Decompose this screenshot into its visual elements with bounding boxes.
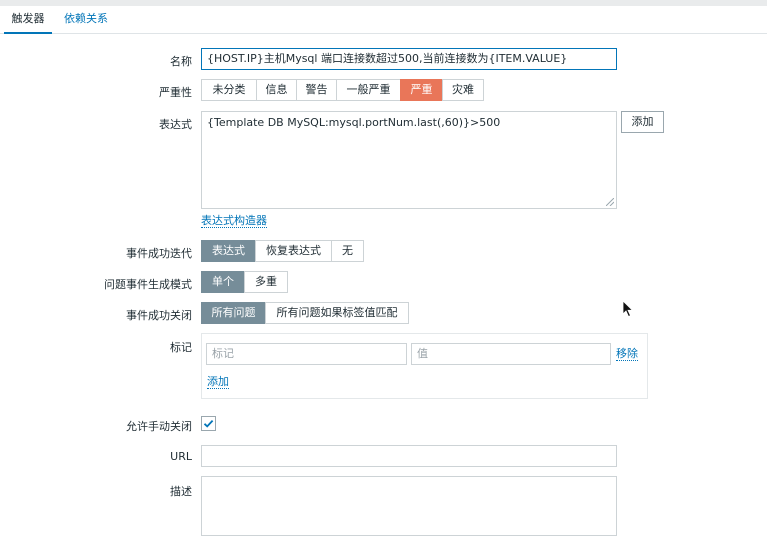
tab-dependencies[interactable]: 依赖关系 — [64, 6, 108, 32]
severity-average[interactable]: 一般严重 — [336, 79, 401, 101]
checkmark-icon — [203, 419, 214, 428]
ok-event-none[interactable]: 无 — [331, 240, 364, 262]
ok-event-expression[interactable]: 表达式 — [201, 240, 256, 262]
mouse-pointer-icon — [622, 300, 634, 318]
url-input[interactable] — [201, 445, 617, 467]
resize-handle-icon[interactable] — [606, 198, 614, 206]
close-if-tag-match[interactable]: 所有问题如果标签值匹配 — [265, 302, 409, 324]
description-textarea[interactable] — [201, 476, 617, 536]
description-label: 描述 — [170, 485, 192, 498]
ok-event-generation-selector: 表达式 恢复表达式 无 — [201, 240, 364, 262]
ok-event-recovery-expression[interactable]: 恢复表达式 — [255, 240, 332, 262]
tag-remove-link[interactable]: 移除 — [616, 347, 638, 361]
expression-label: 表达式 — [159, 118, 192, 131]
expression-textarea[interactable]: {Template DB MySQL:mysql.portNum.last(,6… — [201, 111, 617, 209]
tag-name-input[interactable]: 标记 — [206, 343, 407, 365]
name-input[interactable]: {HOST.IP}主机Mysql 端口连接数超过500,当前连接数为{ITEM.… — [201, 48, 617, 70]
close-all-problems[interactable]: 所有问题 — [201, 302, 266, 324]
expression-builder-link[interactable]: 表达式构造器 — [201, 214, 267, 228]
tags-label: 标记 — [170, 341, 192, 354]
name-label: 名称 — [170, 55, 192, 68]
severity-not-classified[interactable]: 未分类 — [201, 79, 257, 101]
tag-name-placeholder: 标记 — [212, 347, 234, 360]
url-label: URL — [170, 450, 192, 463]
problem-event-mode-selector: 单个 多重 — [201, 271, 288, 293]
manual-close-label: 允许手动关闭 — [126, 420, 192, 433]
expression-add-button[interactable]: 添加 — [621, 111, 664, 133]
tag-value-placeholder: 值 — [417, 347, 428, 360]
problem-mode-single[interactable]: 单个 — [201, 271, 245, 293]
tag-value-input[interactable]: 值 — [411, 343, 611, 365]
ok-event-generation-label: 事件成功迭代 — [126, 247, 192, 260]
manual-close-checkbox[interactable] — [201, 416, 216, 431]
severity-warning[interactable]: 警告 — [296, 79, 337, 101]
severity-high[interactable]: 严重 — [400, 79, 443, 101]
severity-label: 严重性 — [159, 86, 192, 99]
expression-value: {Template DB MySQL:mysql.portNum.last(,6… — [207, 116, 501, 129]
problem-event-mode-label: 问题事件生成模式 — [104, 278, 192, 291]
tag-add-link[interactable]: 添加 — [207, 375, 229, 389]
ok-event-closes-selector: 所有问题 所有问题如果标签值匹配 — [201, 302, 409, 324]
tab-bar: 触发器 依赖关系 — [0, 6, 767, 34]
ok-event-closes-label: 事件成功关闭 — [126, 309, 192, 322]
severity-selector: 未分类 信息 警告 一般严重 严重 灾难 — [201, 79, 484, 101]
severity-disaster[interactable]: 灾难 — [442, 79, 484, 101]
tab-trigger[interactable]: 触发器 — [4, 6, 52, 34]
severity-information[interactable]: 信息 — [256, 79, 297, 101]
problem-mode-multiple[interactable]: 多重 — [244, 271, 288, 293]
